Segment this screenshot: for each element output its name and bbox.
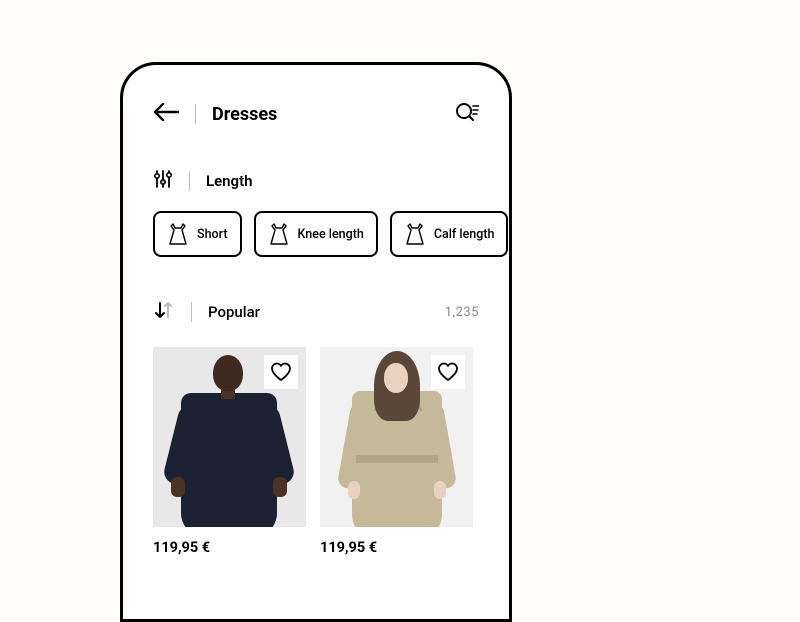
sliders-icon[interactable] bbox=[153, 169, 173, 193]
product-price: 119,95 € bbox=[153, 539, 306, 556]
divider bbox=[195, 104, 196, 124]
sort-icon[interactable] bbox=[153, 299, 175, 325]
dress-icon bbox=[268, 222, 290, 246]
divider bbox=[191, 302, 192, 322]
back-icon[interactable] bbox=[153, 103, 179, 125]
page-title: Dresses bbox=[212, 104, 277, 125]
product-card[interactable]: 119,95 € bbox=[320, 347, 473, 556]
chip-label: Knee length bbox=[298, 227, 364, 242]
sort-row: Popular 1,235 bbox=[153, 299, 479, 325]
header: Dresses bbox=[153, 101, 479, 127]
dress-icon bbox=[167, 222, 189, 246]
filter-chip-calf-length[interactable]: Calf length bbox=[390, 211, 509, 257]
phone-frame: Dresses bbox=[120, 62, 512, 622]
product-card[interactable]: 119,95 € bbox=[153, 347, 306, 556]
filter-header: Length bbox=[153, 169, 479, 193]
filter-group-label: Length bbox=[206, 172, 253, 190]
result-count: 1,235 bbox=[445, 305, 479, 320]
search-icon[interactable] bbox=[455, 101, 479, 127]
dress-icon bbox=[404, 222, 426, 246]
product-image bbox=[320, 347, 473, 527]
heart-icon bbox=[437, 362, 459, 382]
sort-label[interactable]: Popular bbox=[208, 303, 260, 321]
heart-icon bbox=[270, 362, 292, 382]
filter-chips: Short Knee length Calf length bbox=[153, 211, 512, 257]
filter-chip-knee-length[interactable]: Knee length bbox=[254, 211, 378, 257]
divider bbox=[189, 171, 190, 191]
chip-label: Calf length bbox=[434, 227, 495, 242]
chip-label: Short bbox=[197, 227, 228, 242]
favorite-button[interactable] bbox=[264, 355, 298, 389]
product-grid: 119,95 € bbox=[153, 347, 479, 556]
product-image bbox=[153, 347, 306, 527]
favorite-button[interactable] bbox=[431, 355, 465, 389]
product-price: 119,95 € bbox=[320, 539, 473, 556]
filter-chip-short[interactable]: Short bbox=[153, 211, 242, 257]
